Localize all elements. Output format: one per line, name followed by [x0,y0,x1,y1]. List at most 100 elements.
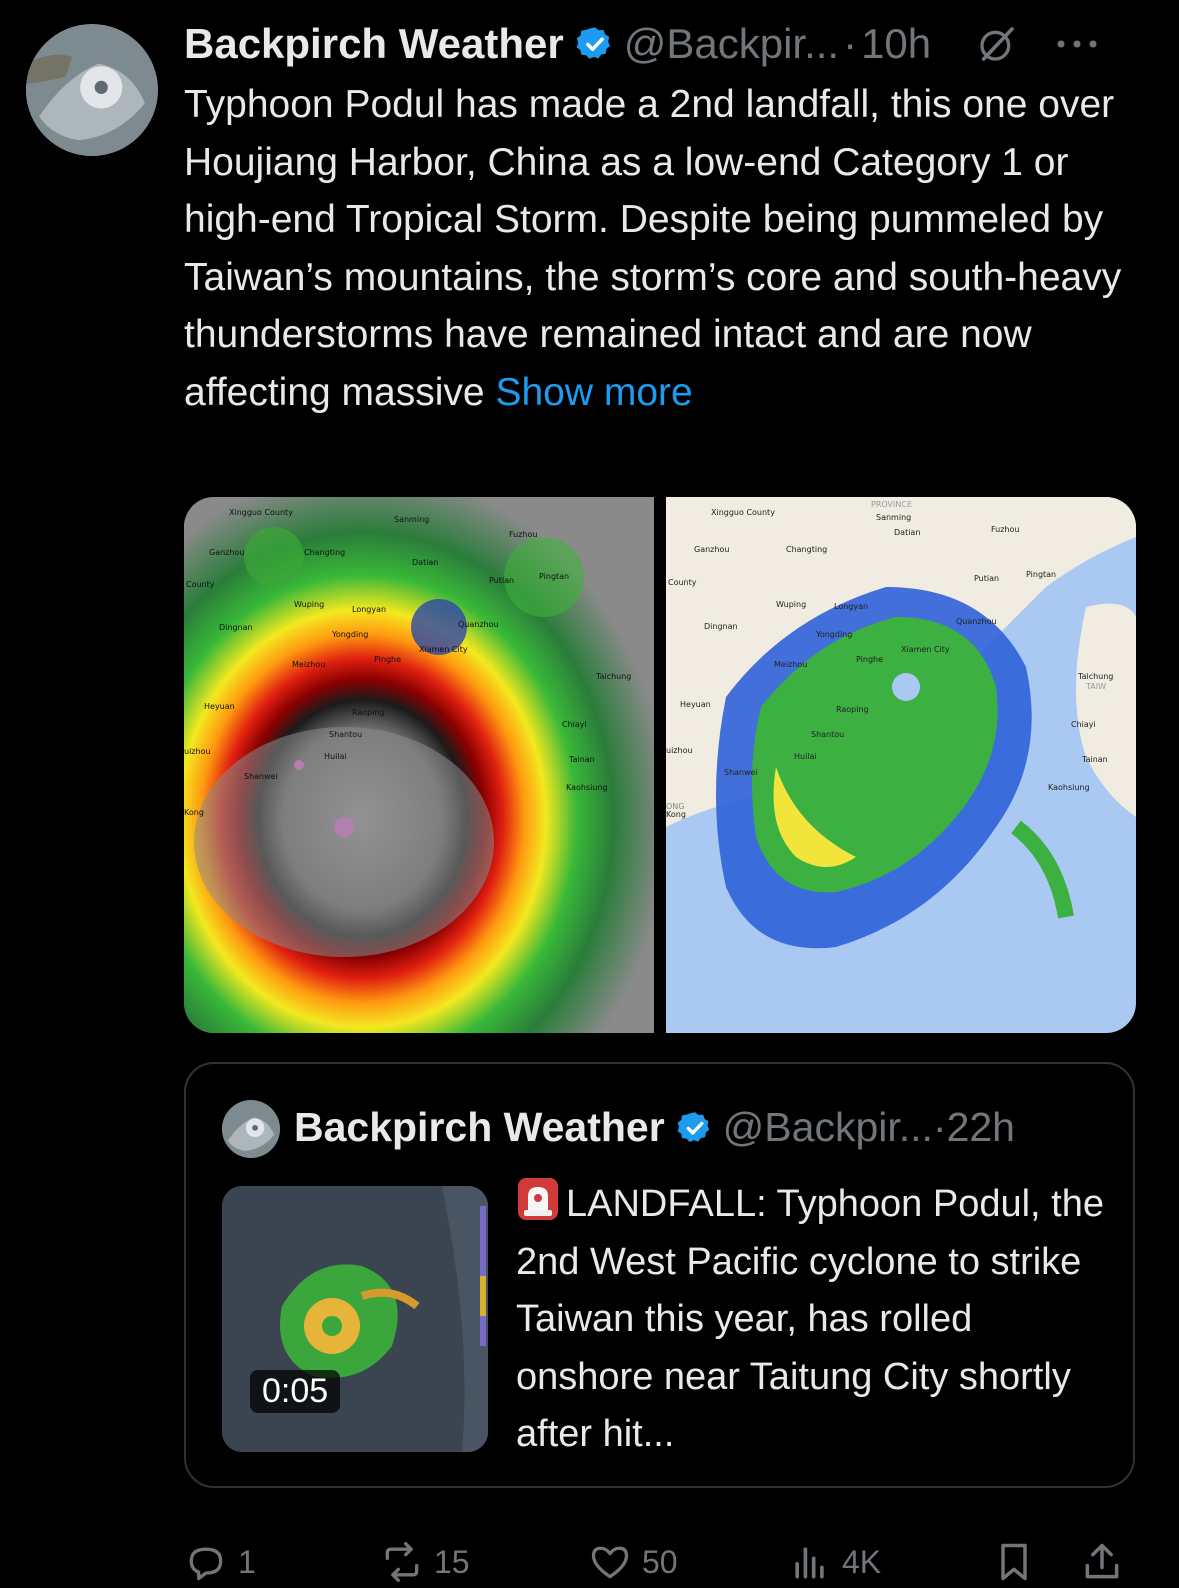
author-avatar[interactable] [26,24,158,156]
map-label: Pinghe [856,655,883,664]
repost-button[interactable]: 15 [380,1540,470,1584]
map-label: Longyan [834,602,868,611]
map-label: Heyuan [204,702,235,711]
video-duration: 0:05 [250,1370,341,1413]
separator-dot: · [843,20,858,67]
quoted-tweet-time[interactable]: 22h [947,1104,1015,1151]
map-label: Dingnan [704,622,738,631]
map-label: Raoping [836,705,869,714]
map-label: Chiayi [562,720,587,729]
bookmark-icon [1001,1543,1027,1581]
author-handle[interactable]: @Backpir... [624,20,839,68]
map-label: Shantou [329,730,362,739]
grok-icon[interactable] [977,24,1017,64]
analytics-icon [795,1547,824,1579]
quoted-tweet-body: LANDFALL: Typhoon Podul, the 2nd West Pa… [516,1183,1104,1455]
map-label: Quanzhou [956,617,997,626]
like-button[interactable]: 50 [588,1540,678,1584]
map-label: Kaohsiung [566,783,608,792]
siren-icon [518,1178,558,1220]
show-more-link[interactable]: Show more [495,371,692,414]
media-grid: Xingguo County Sanming Ganzhou Changting… [184,497,1136,1033]
map-label: County [668,578,697,587]
quoted-author-avatar[interactable] [222,1100,280,1158]
author-name[interactable]: Backpirch Weather [184,20,564,68]
map-label: Changting [304,548,345,557]
reply-count: 1 [238,1543,256,1580]
map-label: Meizhou [774,660,807,669]
verified-badge-icon [576,27,610,59]
map-label: Xiamen City [419,645,468,654]
map-label: Yongding [815,630,852,639]
map-label: Kaohsiung [1048,783,1090,792]
quoted-video-thumbnail[interactable]: 0:05 [222,1186,488,1452]
reply-icon [189,1547,223,1581]
map-label: uizhou [666,746,693,755]
repost-icon [385,1542,419,1582]
map-label: Ganzhou [209,548,244,557]
map-label: Longyan [352,605,386,614]
tweet-body: Typhoon Podul has made a 2nd landfall, t… [184,83,1122,414]
map-label: Kong [184,808,204,817]
views-button[interactable]: 4K [788,1540,881,1584]
map-label: Shanwei [244,772,278,781]
map-label: County [186,580,215,589]
share-button[interactable] [1080,1540,1134,1584]
map-label: Xiamen City [901,645,950,654]
map-label: Dingnan [219,623,253,632]
heart-icon [591,1546,629,1579]
map-label: TAIW [1085,682,1106,691]
map-label: Wuping [776,600,806,609]
map-label: PROVINCE [871,500,912,509]
action-bar: 1 15 50 4K [184,1540,1144,1588]
map-label: Fuzhou [991,525,1019,534]
map-label: Kong [666,810,686,819]
map-label: Quanzhou [458,620,499,629]
map-label: Taichung [595,672,631,681]
map-label: Taichung [1077,672,1113,681]
map-label: Putian [489,576,514,585]
radar-image[interactable]: Xingguo County PROVINCE Sanming Fuzhou G… [666,497,1136,1033]
repost-count: 15 [434,1543,470,1580]
map-label: Fuzhou [509,530,537,539]
quoted-tweet-text: LANDFALL: Typhoon Podul, the 2nd West Pa… [516,1176,1116,1464]
map-label: Huilai [794,752,817,761]
map-label: Chiayi [1071,720,1096,729]
map-label: Changting [786,545,827,554]
map-label: Putian [974,574,999,583]
map-label: Pinghe [374,655,401,664]
map-label: Tainan [568,755,595,764]
verified-badge-icon [677,1111,709,1142]
reply-button[interactable]: 1 [184,1540,256,1584]
quoted-author-handle[interactable]: @Backpir... [723,1104,933,1151]
more-options-icon[interactable] [1055,38,1099,50]
quoted-author-name[interactable]: Backpirch Weather [294,1104,665,1151]
share-icon [1085,1543,1119,1579]
map-label: Yongding [331,630,368,639]
map-label: Pingtan [1026,570,1056,579]
map-label: Pingtan [539,572,569,581]
map-label: Sanming [876,513,911,522]
map-label: Xingguo County [711,508,775,517]
map-label: Datian [894,528,920,537]
avatar-satellite-image [26,24,158,156]
quoted-tweet-header: Backpirch Weather @Backpir... · 22h [294,1104,1015,1151]
map-label: Xingguo County [229,508,293,517]
avatar-satellite-image [222,1100,280,1158]
map-label: Tainan [1081,755,1108,764]
map-label: Shantou [811,730,844,739]
quoted-tweet[interactable]: Backpirch Weather @Backpir... · 22h 0:05 [184,1062,1135,1488]
bookmark-button[interactable] [992,1540,1046,1584]
map-label: Huilai [324,752,347,761]
map-label: Meizhou [292,660,325,669]
tweet-time[interactable]: 10h [861,20,931,68]
tweet-header: Backpirch Weather @Backpir... · 10h [184,14,1159,74]
separator-dot: · [932,1104,947,1150]
satellite-ir-image[interactable]: Xingguo County Sanming Ganzhou Changting… [184,497,654,1033]
tweet[interactable]: Backpirch Weather @Backpir... · 10h Typh… [0,0,1179,1588]
map-label: uizhou [184,747,211,756]
view-count: 4K [842,1543,882,1580]
tweet-text: Typhoon Podul has made a 2nd landfall, t… [184,76,1144,421]
map-label: Heyuan [680,700,711,709]
map-label: Sanming [394,515,429,524]
